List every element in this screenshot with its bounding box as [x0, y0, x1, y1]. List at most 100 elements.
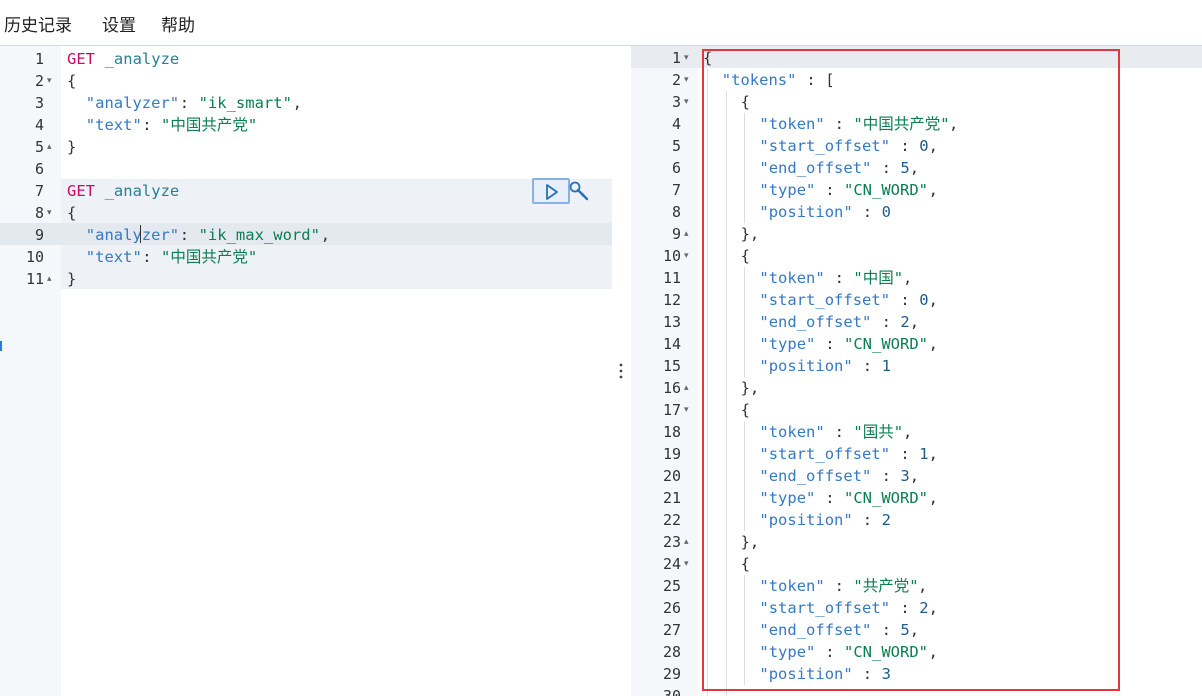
line-number: 26	[662, 599, 681, 617]
line-number: 22	[662, 511, 681, 529]
fold-open-icon[interactable]: ▾	[47, 202, 52, 224]
req2-analyzer-key: "analyzer"	[85, 226, 180, 244]
line-number: 3	[34, 94, 44, 112]
menu-history[interactable]: 历史记录	[4, 11, 72, 36]
req1-close: }	[67, 138, 77, 156]
line-number: 6	[34, 160, 44, 178]
response-editor[interactable]: 1 ▾ 2 ▾ 3 ▾ 4 5 6 7 8 9 ▴ 10 ▾ 11 12 13 14 15 16 ▴ 17 ▾ 18 19 20 21…	[631, 46, 1202, 696]
response-open-brace: {	[703, 49, 713, 67]
code-punctuation: ,	[928, 445, 938, 463]
line-number: 20	[662, 467, 681, 485]
code-punctuation: },	[740, 225, 760, 243]
code-punctuation: :	[179, 226, 190, 244]
code-punctuation: :	[806, 71, 816, 89]
end-offset-value: 5	[900, 159, 910, 177]
fold-open-icon[interactable]: ▾	[684, 553, 689, 575]
code-punctuation: :	[900, 445, 910, 463]
line-number: 18	[662, 423, 681, 441]
line-number: 23	[662, 533, 681, 551]
code-punctuation: :	[862, 511, 873, 529]
token-value: "中国"	[853, 269, 904, 287]
code-punctuation: :	[881, 159, 891, 177]
indent-guide	[706, 69, 708, 696]
position-value: 1	[881, 357, 891, 375]
line-number: 5	[671, 137, 681, 155]
code-punctuation: ,	[909, 159, 920, 177]
indent-guide	[744, 421, 746, 531]
line-number: 10	[662, 247, 681, 265]
code-punctuation: :	[862, 203, 873, 221]
code-punctuation: :	[825, 489, 835, 507]
req2-text-val: "中国共产党"	[161, 248, 258, 266]
indent-guide	[744, 267, 746, 377]
fold-open-icon[interactable]: ▾	[684, 245, 689, 267]
line-number: 4	[34, 116, 44, 134]
line-number: 25	[662, 577, 681, 595]
code-punctuation: ,	[918, 577, 928, 595]
play-icon	[546, 184, 558, 200]
fold-open-icon[interactable]: ▾	[47, 70, 52, 92]
line-number: 4	[671, 115, 681, 133]
code-punctuation: {	[740, 401, 750, 419]
code-punctuation: ,	[320, 226, 331, 244]
end-offset-key: "end_offset"	[759, 621, 872, 639]
token-value: "中国共产党"	[853, 115, 950, 133]
req1-text-val: "中国共产党"	[161, 116, 258, 134]
code-punctuation: ,	[292, 94, 302, 112]
position-key: "position"	[759, 665, 853, 683]
wrench-icon[interactable]	[568, 180, 592, 204]
end-offset-key: "end_offset"	[759, 313, 872, 331]
line-number: 2	[34, 72, 44, 90]
menu-settings[interactable]: 设置	[102, 11, 136, 36]
start-offset-key: "start_offset"	[759, 445, 891, 463]
code-punctuation: :	[900, 599, 910, 617]
code-punctuation: ,	[909, 621, 920, 639]
splitter-handle-icon[interactable]	[619, 362, 623, 380]
type-value: "CN_WORD"	[844, 643, 928, 661]
token-value: "国共"	[853, 423, 904, 441]
line-number: 3	[671, 93, 681, 111]
type-key: "type"	[759, 643, 816, 661]
code-punctuation: :	[834, 269, 844, 287]
start-offset-value: 0	[919, 291, 929, 309]
line-number: 1	[671, 49, 681, 67]
fold-close-icon[interactable]: ▴	[47, 268, 52, 290]
fold-open-icon[interactable]: ▾	[684, 69, 689, 91]
type-key: "type"	[759, 489, 816, 507]
position-key: "position"	[759, 357, 853, 375]
position-value: 0	[881, 203, 891, 221]
menu-help[interactable]: 帮助	[161, 11, 195, 36]
req1-text-key: "text"	[85, 116, 142, 134]
fold-open-icon[interactable]: ▾	[684, 399, 689, 421]
position-value: 3	[881, 665, 891, 683]
end-offset-key: "end_offset"	[759, 467, 872, 485]
code-punctuation: ,	[928, 489, 938, 507]
code-punctuation: :	[142, 248, 152, 266]
code-punctuation: ,	[928, 181, 938, 199]
fold-close-icon[interactable]: ▴	[684, 531, 689, 553]
fold-close-icon[interactable]: ▴	[47, 136, 52, 158]
request-editor[interactable]: 1 2 ▾ 3 4 5 ▴ 6 7 8 ▾ 9 10 11 ▴ GET _analyze{"analyzer":…	[0, 46, 612, 696]
line-number: 27	[662, 621, 681, 639]
end-offset-key: "end_offset"	[759, 159, 872, 177]
fold-open-icon[interactable]: ▾	[684, 91, 689, 113]
code-punctuation: ,	[903, 269, 913, 287]
code-punctuation: ,	[949, 115, 959, 133]
code-punctuation: ,	[928, 335, 938, 353]
code-punctuation: ,	[928, 137, 938, 155]
fold-close-icon[interactable]: ▴	[684, 377, 689, 399]
line-number: 12	[662, 291, 681, 309]
code-punctuation: },	[740, 379, 760, 397]
fold-close-icon[interactable]: ▴	[684, 223, 689, 245]
token-key: "token"	[759, 115, 825, 133]
req2-text-key: "text"	[85, 248, 142, 266]
line-number: 29	[662, 665, 681, 683]
code-punctuation: :	[825, 643, 835, 661]
code-punctuation: ,	[928, 643, 938, 661]
start-offset-key: "start_offset"	[759, 137, 891, 155]
position-value: 2	[881, 511, 891, 529]
run-request-button[interactable]	[532, 178, 570, 204]
code-punctuation: :	[825, 335, 835, 353]
line-number: 9	[34, 226, 44, 244]
fold-open-icon[interactable]: ▾	[684, 47, 689, 69]
